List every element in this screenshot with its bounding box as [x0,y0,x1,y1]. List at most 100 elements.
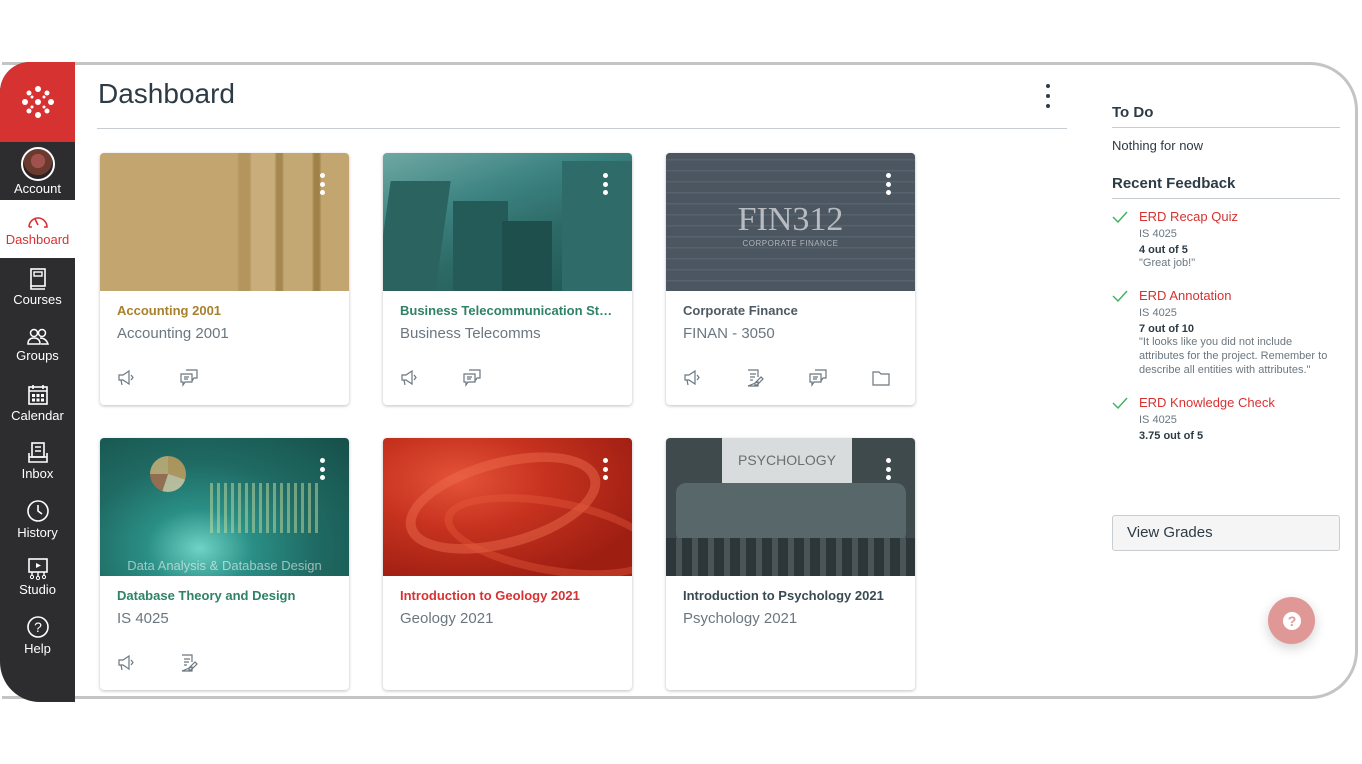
view-grades-button[interactable]: View Grades [1112,515,1340,551]
feedback-comment: "Great job!" [1139,257,1196,269]
announcements-icon[interactable] [683,369,746,392]
sidebar-wrapper: Account Dashboard Courses Groups Calenda… [0,62,80,702]
feedback-title-link[interactable]: ERD Annotation [1139,288,1340,303]
feedback-course: IS 4025 [1139,414,1177,426]
feedback-course: IS 4025 [1139,228,1177,240]
nav-label: Groups [16,347,59,363]
canvas-logo[interactable] [0,62,75,142]
course-code: Psychology 2021 [683,610,798,627]
nav-dashboard[interactable]: Dashboard [0,200,75,258]
svg-text:?: ? [1287,613,1296,629]
divider [1112,127,1340,128]
nav-calendar[interactable]: Calendar [0,374,75,432]
help-button[interactable]: ? [1268,597,1315,644]
course-name[interactable]: Corporate Finance [683,303,798,318]
course-options-button[interactable] [885,458,891,480]
feedback-heading: Recent Feedback [1112,175,1236,192]
people-icon [26,328,49,345]
nav-help[interactable]: ? Help [0,606,75,664]
todo-heading: To Do [1112,104,1154,121]
nav-inbox[interactable]: Inbox [0,432,75,490]
feedback-course: IS 4025 [1139,307,1177,319]
course-hero-image[interactable]: Data Analysis & Database Design [100,438,349,576]
course-options-button[interactable] [602,173,608,195]
files-icon[interactable] [872,369,915,392]
course-hero-image[interactable] [100,153,349,291]
assignments-icon[interactable] [180,654,243,677]
course-name[interactable]: Database Theory and Design [117,588,295,603]
course-hero-image[interactable]: FIN312 CORPORATE FINANCE [666,153,915,291]
check-icon [1112,211,1128,223]
canvas-logo-icon [21,86,54,118]
page-title: Dashboard [98,78,235,109]
check-icon [1112,290,1128,302]
feedback-title-link[interactable]: ERD Recap Quiz [1139,209,1340,224]
nav-groups[interactable]: Groups [0,316,75,374]
feedback-score: 3.75 out of 5 [1139,430,1204,442]
course-hero-image[interactable]: PSYCHOLOGY [666,438,915,576]
course-options-button[interactable] [885,173,891,195]
feedback-title-link[interactable]: ERD Knowledge Check [1139,395,1340,410]
clock-icon [26,499,49,522]
course-card[interactable]: Accounting 2001 Accounting 2001 [100,153,349,405]
course-code: Geology 2021 [400,610,494,627]
svg-text:?: ? [34,619,42,635]
course-card[interactable]: PSYCHOLOGY Introduction to Psychology 20… [666,438,915,690]
course-name[interactable]: Introduction to Psychology 2021 [683,588,884,603]
question-circle-icon: ? [26,615,49,638]
course-name[interactable]: Introduction to Geology 2021 [400,588,580,603]
feedback-comment: "It looks like you did not include attri… [1139,336,1328,376]
discussions-icon[interactable] [180,369,243,392]
course-card[interactable]: Data Analysis & Database Design Database… [100,438,349,690]
discussions-icon[interactable] [809,369,872,392]
nav-label: Inbox [21,465,54,481]
course-code: IS 4025 [117,610,169,627]
speedometer-icon [27,216,48,228]
announcements-icon[interactable] [400,369,463,392]
announcements-icon[interactable] [117,654,180,677]
course-name[interactable]: Business Telecommunication Strat... [400,303,615,318]
calendar-icon [27,384,48,405]
course-hero-image[interactable] [383,438,632,576]
course-options-button[interactable] [319,173,325,195]
course-options-button[interactable] [602,458,608,480]
discussions-icon[interactable] [463,369,526,392]
course-card[interactable]: FIN312 CORPORATE FINANCE Corporate Finan… [666,153,915,405]
nav-history[interactable]: History [0,490,75,548]
dashboard-main: Dashboard Accounting 2001 Accounting 200… [80,62,1080,702]
hero-subtitle: CORPORATE FINANCE [742,239,839,248]
studio-icon [27,557,48,580]
global-nav: Account Dashboard Courses Groups Calenda… [0,62,75,702]
title-divider [97,128,1067,129]
assignments-icon[interactable] [746,369,809,392]
course-hero-image[interactable] [383,153,632,291]
nav-label: Studio [19,581,56,597]
announcements-icon[interactable] [117,369,180,392]
avatar [20,146,55,181]
feedback-score: 4 out of 5 [1139,244,1188,256]
hero-title: FIN312 [737,201,844,238]
check-icon [1112,397,1128,409]
nav-label: Help [24,640,51,656]
course-card[interactable]: Business Telecommunication Strat... Busi… [383,153,632,405]
nav-label: History [17,524,58,540]
inbox-icon [27,441,48,463]
nav-label: Calendar [11,407,64,423]
feedback-item: ERD Knowledge Check IS 4025 3.75 out of … [1112,395,1340,442]
course-name[interactable]: Accounting 2001 [117,303,221,318]
nav-courses[interactable]: Courses [0,258,75,316]
feedback-item: ERD Annotation IS 4025 7 out of 10 "It l… [1112,288,1340,377]
course-options-button[interactable] [319,458,325,480]
book-icon [29,267,46,290]
hero-caption: PSYCHOLOGY [737,452,837,468]
nav-label: Dashboard [5,231,70,247]
nav-studio[interactable]: Studio [0,548,75,606]
question-icon: ? [1282,611,1301,630]
dashboard-options-button[interactable] [1040,84,1056,108]
divider [1112,198,1340,199]
nav-account[interactable]: Account [0,142,75,200]
course-code: Accounting 2001 [117,325,229,342]
hero-caption: Data Analysis & Database Design [127,558,322,573]
course-card[interactable]: Introduction to Geology 2021 Geology 202… [383,438,632,690]
feedback-score: 7 out of 10 [1139,323,1195,335]
